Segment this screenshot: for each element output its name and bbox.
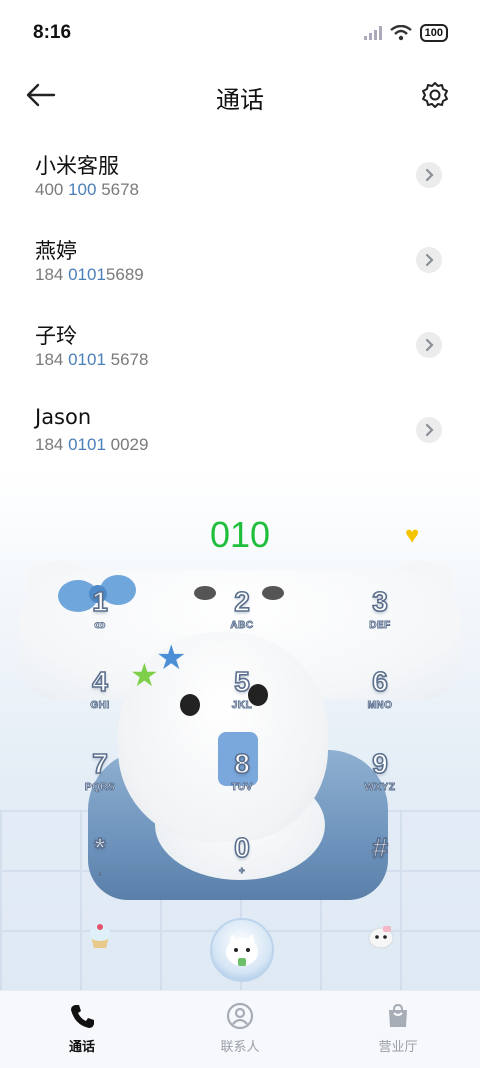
status-time: 8:16 xyxy=(33,22,72,43)
tab-contacts[interactable]: 联系人 xyxy=(190,1001,290,1055)
cupcake-icon[interactable] xyxy=(86,922,114,950)
list-item[interactable]: 子玲 184 0101 5678 xyxy=(0,308,480,393)
key-7[interactable]: 7 PQRS xyxy=(60,747,140,812)
key-5[interactable]: 5 JKL xyxy=(202,665,282,730)
chevron-right-icon[interactable] xyxy=(416,247,442,273)
contact-name: 燕婷 xyxy=(35,239,77,263)
tab-calls[interactable]: 通话 xyxy=(32,1001,132,1055)
key-star[interactable]: *, xyxy=(60,831,140,896)
kitten-call-icon xyxy=(226,934,258,966)
contact-number: 184 0101 0029 xyxy=(35,435,149,454)
status-bar: 8:16 100 xyxy=(0,0,480,68)
contact-name: Jason xyxy=(35,405,92,429)
tab-label: 营业厅 xyxy=(378,1040,418,1055)
heart-icon[interactable]: ♥ xyxy=(405,522,419,550)
key-2[interactable]: 2 ABC xyxy=(202,585,282,650)
phone-icon xyxy=(71,1005,94,1028)
list-item[interactable]: 小米客服 400 100 5678 xyxy=(0,138,480,223)
list-item[interactable]: 燕婷 184 01015689 xyxy=(0,223,480,308)
tab-service-hall[interactable]: 营业厅 xyxy=(348,1001,448,1055)
shopping-bag-icon xyxy=(389,1003,407,1027)
key-1[interactable]: 1ꝏ xyxy=(60,585,140,650)
key-hash[interactable]: # xyxy=(340,831,420,896)
contacts-icon xyxy=(226,1002,254,1030)
call-button[interactable] xyxy=(210,918,274,982)
key-6[interactable]: 6 MNO xyxy=(340,665,420,730)
contact-number: 184 01015689 xyxy=(35,265,144,284)
key-8[interactable]: 8 TUV xyxy=(202,747,282,812)
key-9[interactable]: 9 WXYZ xyxy=(340,747,420,812)
contact-suggestion-list: 小米客服 400 100 5678 燕婷 184 01015689 子玲 184… xyxy=(0,138,480,478)
status-icons: 100 xyxy=(363,24,448,42)
contact-number: 400 100 5678 xyxy=(35,180,140,199)
tab-label: 通话 xyxy=(68,1040,95,1055)
page-title: 通话 xyxy=(216,87,264,114)
chevron-right-icon[interactable] xyxy=(416,162,442,188)
app-header: 通话 xyxy=(0,68,480,122)
contact-name: 小米客服 xyxy=(35,154,119,178)
contact-name: 子玲 xyxy=(35,324,77,348)
battery-indicator: 100 xyxy=(419,24,448,42)
tab-label: 联系人 xyxy=(220,1040,260,1055)
wifi-icon xyxy=(389,25,412,41)
contact-number: 184 0101 5678 xyxy=(35,350,149,369)
key-4[interactable]: 4 GHI xyxy=(60,665,140,730)
list-item[interactable]: Jason 184 0101 0029 xyxy=(0,393,480,478)
chevron-right-icon[interactable] xyxy=(416,417,442,443)
chevron-right-icon[interactable] xyxy=(416,332,442,358)
gear-icon[interactable] xyxy=(420,80,450,110)
key-0[interactable]: 0 + xyxy=(202,831,282,896)
signal-icon xyxy=(363,26,382,40)
key-3[interactable]: 3 DEF xyxy=(340,585,420,650)
bottom-nav: 通话 联系人 营业厅 xyxy=(0,990,480,1068)
dialer-panel: ★ ★ 010 ♥ 1ꝏ 2 ABC 3 DEF 4 GHI 5 JKL 6 MNO 7P… xyxy=(0,470,480,990)
kitten-sticker-icon[interactable] xyxy=(366,922,396,950)
star-icon-blue: ★ xyxy=(156,639,187,677)
